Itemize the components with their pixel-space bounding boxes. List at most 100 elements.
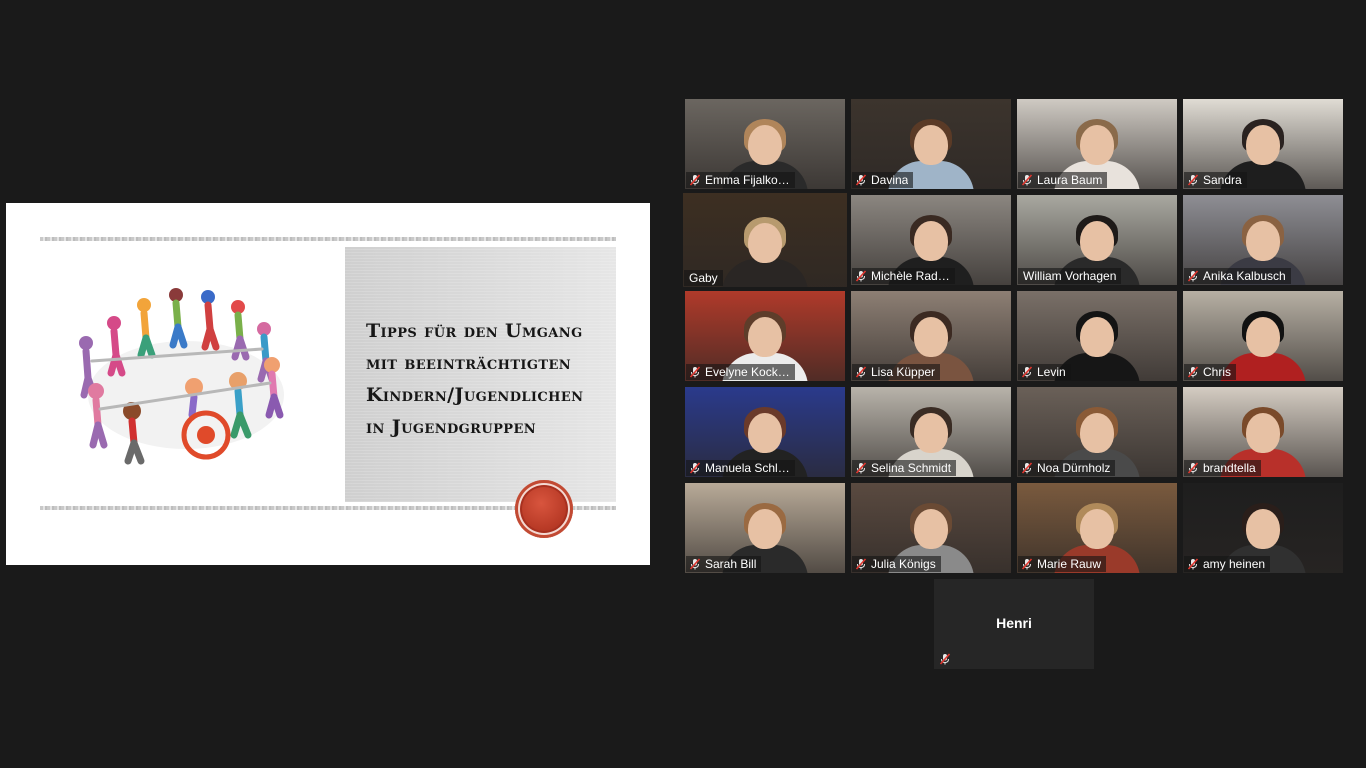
participant-name: Lisa Küpper bbox=[871, 365, 936, 379]
participant-name: Laura Baum bbox=[1037, 173, 1103, 187]
participant-tile[interactable]: Gaby bbox=[683, 193, 847, 287]
participant-tile[interactable]: Manuela Schl… bbox=[685, 387, 845, 477]
mic-muted-icon bbox=[1021, 558, 1033, 570]
participant-tile-audio-only[interactable]: Henri bbox=[934, 579, 1094, 669]
participant-name: Marie Rauw bbox=[1037, 557, 1102, 571]
participant-name-tag: amy heinen bbox=[1184, 556, 1271, 572]
figure-face bbox=[1080, 317, 1114, 357]
slide-title: Tipps für den Umgang mit beeinträchtigte… bbox=[366, 320, 584, 438]
participant-tile[interactable]: Julia Königs bbox=[851, 483, 1011, 573]
mic-muted-icon bbox=[855, 174, 867, 186]
participant-tile[interactable]: Sarah Bill bbox=[685, 483, 845, 573]
participant-name: brandtella bbox=[1203, 461, 1256, 475]
mic-muted-icon bbox=[1187, 462, 1199, 474]
participant-name: Michèle Rad… bbox=[871, 269, 950, 283]
participant-name-tag: Levin bbox=[1018, 364, 1071, 380]
participant-name: Julia Königs bbox=[871, 557, 936, 571]
figure-face bbox=[1080, 509, 1114, 549]
participant-name-tag: Chris bbox=[1184, 364, 1237, 380]
figure-face bbox=[1080, 125, 1114, 165]
mic-muted-icon bbox=[855, 462, 867, 474]
mic-muted-icon bbox=[1187, 558, 1199, 570]
figure-face bbox=[1246, 509, 1280, 549]
figure-face bbox=[914, 509, 948, 549]
participant-name-tag: Evelyne Kock… bbox=[686, 364, 795, 380]
participant-name: William Vorhagen bbox=[1023, 269, 1117, 283]
participant-name: Chris bbox=[1203, 365, 1232, 379]
participant-tile[interactable]: Michèle Rad… bbox=[851, 195, 1011, 285]
figure-face bbox=[1246, 125, 1280, 165]
mic-muted-icon bbox=[689, 462, 701, 474]
figure-face bbox=[1080, 413, 1114, 453]
participant-tile[interactable]: Anika Kalbusch bbox=[1183, 195, 1343, 285]
figure-face bbox=[1246, 413, 1280, 453]
mic-muted-icon bbox=[689, 558, 701, 570]
participant-name-tag: Selina Schmidt bbox=[852, 460, 957, 476]
participant-name: Levin bbox=[1037, 365, 1066, 379]
participant-tile[interactable]: Levin bbox=[1017, 291, 1177, 381]
participant-name: Emma Fijalko… bbox=[705, 173, 790, 187]
figure-face bbox=[1246, 317, 1280, 357]
participant-tile[interactable]: Emma Fijalko… bbox=[685, 99, 845, 189]
participant-name-tag: Sandra bbox=[1184, 172, 1247, 188]
mic-muted-icon bbox=[1021, 462, 1033, 474]
participant-tile[interactable]: Chris bbox=[1183, 291, 1343, 381]
participant-name: Henri bbox=[996, 615, 1032, 631]
participant-video-figure bbox=[719, 217, 811, 287]
slide-title-panel: Tipps für den Umgang mit beeinträchtigte… bbox=[345, 247, 616, 502]
participant-name: Sandra bbox=[1203, 173, 1242, 187]
participant-tile[interactable]: Selina Schmidt bbox=[851, 387, 1011, 477]
figure-face bbox=[1246, 221, 1280, 261]
mic-muted-icon bbox=[689, 174, 701, 186]
participant-tile[interactable]: Marie Rauw bbox=[1017, 483, 1177, 573]
participant-name-tag: Manuela Schl… bbox=[686, 460, 795, 476]
figure-face bbox=[748, 125, 782, 165]
participant-name-tag: Gaby bbox=[684, 270, 723, 286]
participant-tile[interactable]: Sandra bbox=[1183, 99, 1343, 189]
participant-name-tag: William Vorhagen bbox=[1018, 268, 1122, 284]
participant-name-tag: Lisa Küpper bbox=[852, 364, 941, 380]
participant-tile[interactable]: amy heinen bbox=[1183, 483, 1343, 573]
figure-face bbox=[748, 413, 782, 453]
figure-face bbox=[1080, 221, 1114, 261]
participant-tile[interactable]: Evelyne Kock… bbox=[685, 291, 845, 381]
figure-face bbox=[914, 413, 948, 453]
participant-tile[interactable]: Laura Baum bbox=[1017, 99, 1177, 189]
participant-name: Anika Kalbusch bbox=[1203, 269, 1286, 283]
participant-name-tag: Noa Dürnholz bbox=[1018, 460, 1116, 476]
figure-face bbox=[914, 125, 948, 165]
participant-name-tag: Sarah Bill bbox=[686, 556, 762, 572]
figure-face bbox=[914, 317, 948, 357]
participant-tile[interactable]: William Vorhagen bbox=[1017, 195, 1177, 285]
participant-name-tag: Marie Rauw bbox=[1018, 556, 1107, 572]
participant-tile[interactable]: Davina bbox=[851, 99, 1011, 189]
mic-muted-icon bbox=[1021, 174, 1033, 186]
participant-name-tag: Emma Fijalko… bbox=[686, 172, 795, 188]
participant-name: Selina Schmidt bbox=[871, 461, 952, 475]
participant-name: Noa Dürnholz bbox=[1037, 461, 1111, 475]
participant-name: amy heinen bbox=[1203, 557, 1266, 571]
mic-muted-icon bbox=[689, 366, 701, 378]
participant-tile[interactable]: brandtella bbox=[1183, 387, 1343, 477]
seal-icon bbox=[515, 480, 573, 538]
slide-top-rule bbox=[40, 237, 616, 241]
figure-face bbox=[748, 223, 782, 263]
participant-name-tag: Anika Kalbusch bbox=[1184, 268, 1291, 284]
figure-face bbox=[914, 221, 948, 261]
figure-body bbox=[722, 259, 808, 287]
mic-muted-icon bbox=[855, 366, 867, 378]
participant-name-tag: brandtella bbox=[1184, 460, 1261, 476]
mic-muted-icon bbox=[1021, 366, 1033, 378]
mic-muted-icon bbox=[1187, 174, 1199, 186]
participant-name: Manuela Schl… bbox=[705, 461, 790, 475]
figure-face bbox=[748, 317, 782, 357]
participant-name-tag: Julia Königs bbox=[852, 556, 941, 572]
participant-tile[interactable]: Lisa Küpper bbox=[851, 291, 1011, 381]
mic-muted-icon bbox=[855, 558, 867, 570]
circle-of-people-illustration bbox=[79, 288, 284, 465]
participant-name: Davina bbox=[871, 173, 909, 187]
mic-muted-icon bbox=[855, 270, 867, 282]
participant-tile[interactable]: Noa Dürnholz bbox=[1017, 387, 1177, 477]
participant-name-tag: Davina bbox=[852, 172, 914, 188]
mic-muted-icon bbox=[939, 653, 951, 665]
